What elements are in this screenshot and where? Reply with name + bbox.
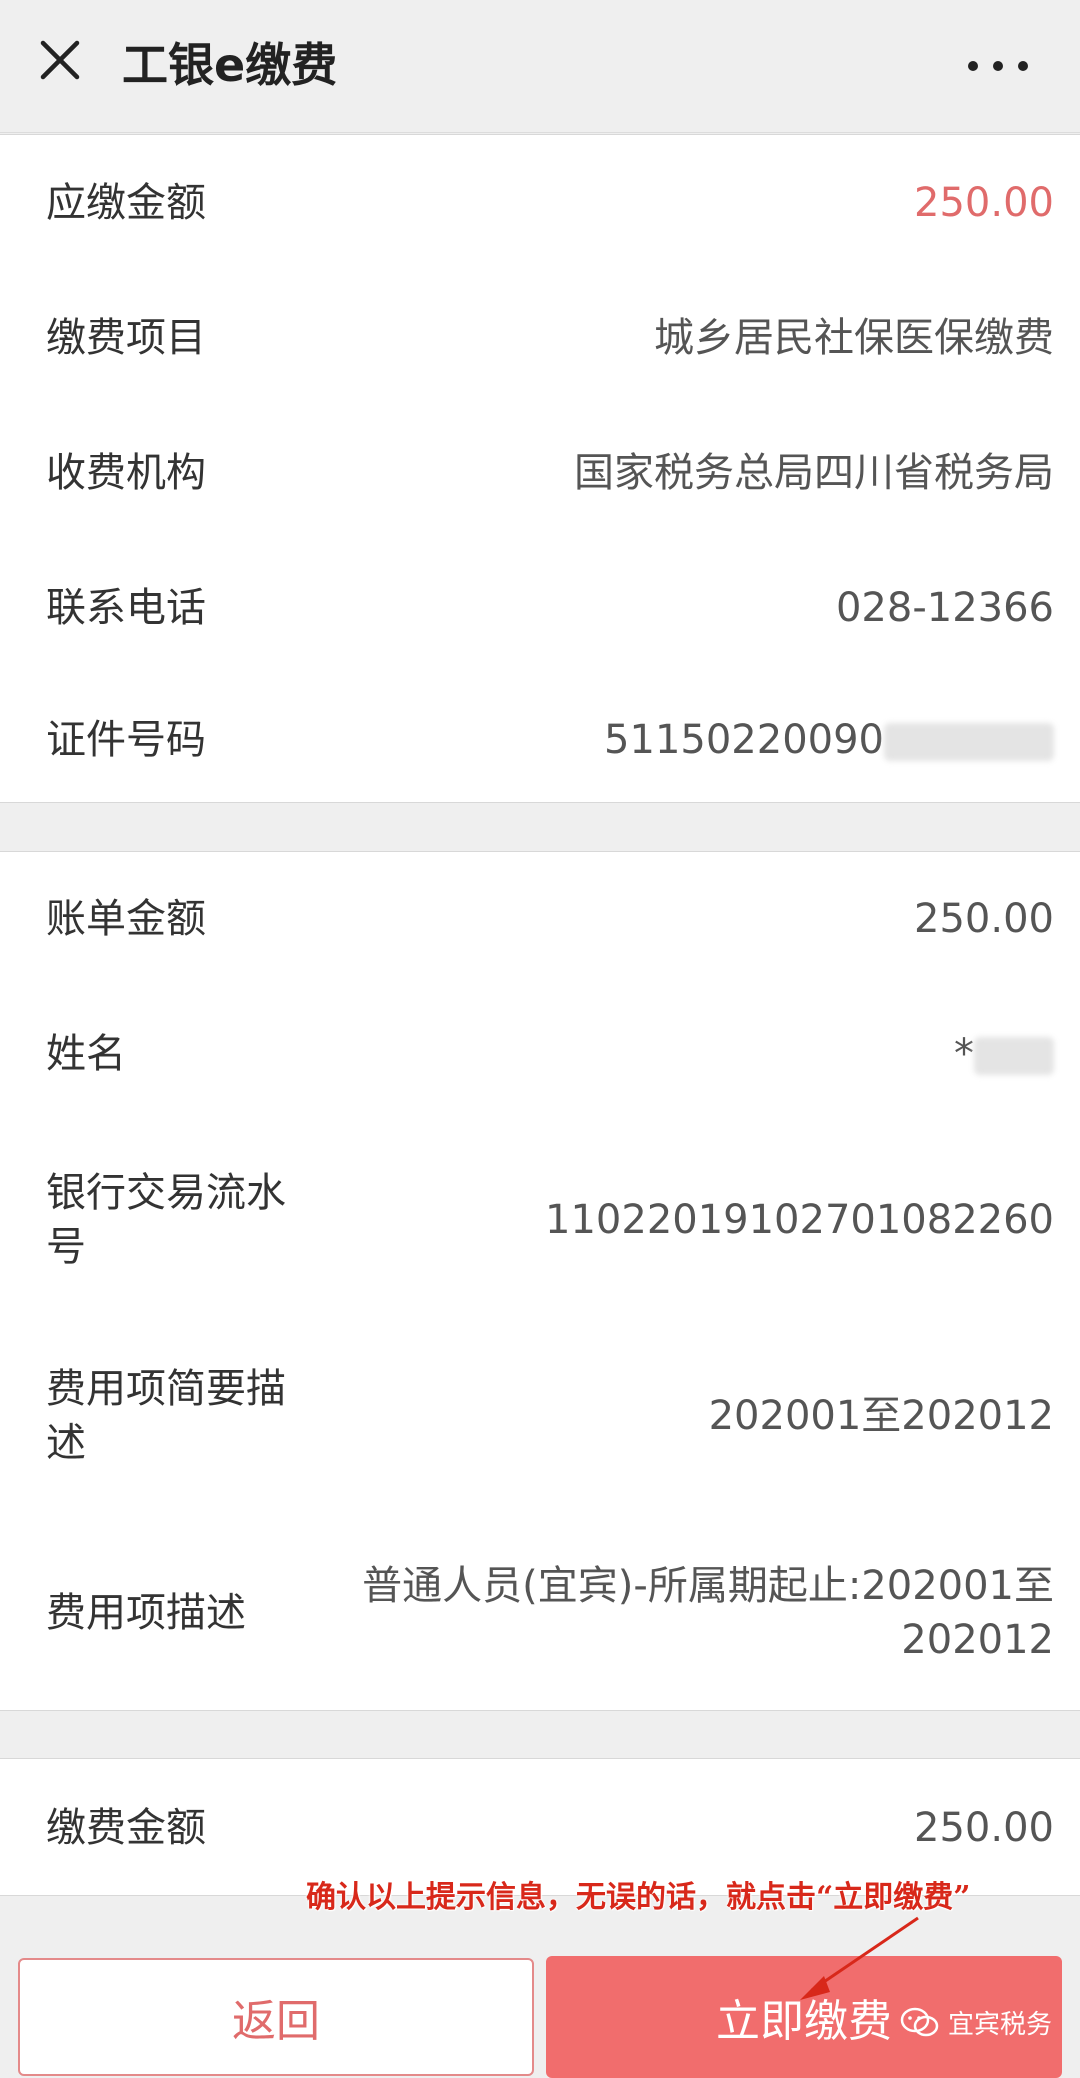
phone-row: 联系电话 028-12366 [0,540,1080,675]
serial-label: 银行交易流水号 [46,1170,286,1270]
brief-desc-label: 费用项简要描述 [46,1366,286,1466]
agency-row: 收费机构 国家税务总局四川省税务局 [0,405,1080,540]
desc-label: 费用项描述 [46,1590,246,1636]
brief-desc-value: 202001至202012 [708,1393,1054,1439]
wechat-icon [900,2007,939,2036]
bill-info-section: 账单金额 250.00 姓名 * 银行交易流水号 110220191027010… [0,851,1080,1711]
name-value-wrap: * [126,1027,1054,1081]
more-icon [968,61,978,71]
more-button[interactable] [968,46,1028,86]
close-icon [40,40,80,80]
watermark: 宜宾税务 [900,2004,1052,2041]
more-icon-dot [993,61,1003,71]
amount-due-value: 250.00 [914,179,1054,226]
id-number-value-wrap: 51150220090 [206,713,1054,767]
id-number-row: 证件号码 51150220090 [0,675,1080,805]
page-title: 工银e缴费 [122,38,338,92]
phone-label: 联系电话 [46,584,206,631]
payment-item-row: 缴费项目 城乡居民社保医保缴费 [0,270,1080,405]
name-value: * [954,1031,974,1077]
amount-due-label: 应缴金额 [46,179,206,226]
pay-amount-label: 缴费金额 [46,1805,206,1851]
desc-row: 费用项描述 普通人员(宜宾)-所属期起止:202001至202012 [0,1514,1080,1712]
bill-amount-label: 账单金额 [46,896,206,942]
id-number-value: 51150220090 [604,717,884,763]
name-label: 姓名 [46,1031,126,1077]
redacted-block [974,1037,1054,1075]
close-button[interactable] [36,36,84,84]
more-icon-dot [1018,61,1028,71]
serial-value: 11022019102701082260 [545,1197,1054,1243]
name-row: 姓名 * [0,986,1080,1122]
payment-item-value: 城乡居民社保医保缴费 [654,314,1054,361]
amount-due-row: 应缴金额 250.00 [0,135,1080,270]
payment-info-section: 应缴金额 250.00 缴费项目 城乡居民社保医保缴费 收费机构 国家税务总局四… [0,134,1080,803]
desc-value: 普通人员(宜宾)-所属期起止:202001至202012 [362,1563,1054,1663]
back-button[interactable]: 返回 [18,1958,534,2076]
app-root: 工银e缴费 应缴金额 250.00 缴费项目 城乡居民社保医保缴费 收费机构 国… [0,0,1080,2078]
pay-amount-value: 250.00 [914,1805,1054,1851]
bill-amount-value: 250.00 [914,896,1054,942]
serial-row: 银行交易流水号 11022019102701082260 [0,1122,1080,1318]
title-bar: 工银e缴费 [0,0,1080,133]
agency-label: 收费机构 [46,449,206,496]
watermark-text: 宜宾税务 [948,2010,1053,2040]
annotation-arrow-icon [800,1916,919,2000]
payment-item-label: 缴费项目 [46,314,206,361]
id-number-label: 证件号码 [46,717,206,763]
redacted-block [884,723,1054,761]
agency-value: 国家税务总局四川省税务局 [574,449,1054,496]
bill-amount-row: 账单金额 250.00 [0,852,1080,986]
brief-desc-row: 费用项简要描述 202001至202012 [0,1318,1080,1514]
phone-value: 028-12366 [835,584,1054,631]
